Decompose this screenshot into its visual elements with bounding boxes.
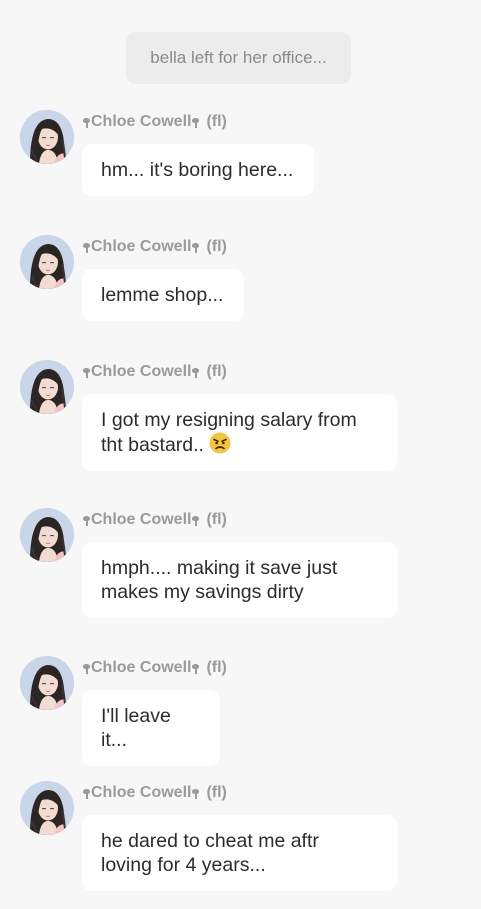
message-text: hmph.... making it save just makes my sa…: [101, 557, 338, 603]
portrait-illustration: [20, 360, 74, 414]
sender-label: Chloe Cowell (fl): [82, 784, 227, 802]
sender-tag: (fl): [206, 511, 227, 528]
sender-label: Chloe Cowell (fl): [82, 363, 227, 381]
message-bubble[interactable]: hmph.... making it save just makes my sa…: [82, 542, 397, 618]
avatar[interactable]: [20, 781, 74, 835]
sender-label: Chloe Cowell (fl): [82, 238, 227, 256]
avatar[interactable]: [20, 360, 74, 414]
sender-name: Chloe Cowell: [91, 363, 192, 380]
message-text: hm... it's boring here...: [101, 159, 294, 181]
message-text: I'll leave it...: [101, 705, 171, 751]
message-bubble[interactable]: I'll leave it...: [82, 690, 220, 766]
avatar[interactable]: [20, 235, 74, 289]
sender-name: Chloe Cowell: [91, 113, 192, 130]
system-note: bella left for her office...: [126, 32, 351, 84]
message-bubble[interactable]: he dared to cheat me aftr loving for 4 y…: [82, 815, 397, 891]
message-text: he dared to cheat me aftr loving for 4 y…: [101, 830, 319, 876]
flower-icon: [82, 367, 91, 378]
sender-label: Chloe Cowell (fl): [82, 511, 227, 529]
flower-icon: [191, 515, 200, 526]
chat-view: bella left for her office... Chloe Cowel…: [0, 0, 481, 909]
message-bubble[interactable]: I got my resigning salary from tht basta…: [82, 394, 397, 471]
flower-icon: [82, 242, 91, 253]
message-bubble[interactable]: lemme shop...: [82, 269, 244, 321]
avatar[interactable]: [20, 508, 74, 562]
portrait-illustration: [20, 656, 74, 710]
message-bubble[interactable]: hm... it's boring here...: [82, 144, 314, 196]
angry-face-icon: [209, 432, 231, 454]
portrait-illustration: [20, 235, 74, 289]
portrait-illustration: [20, 110, 74, 164]
sender-tag: (fl): [206, 659, 227, 676]
sender-label: Chloe Cowell (fl): [82, 113, 227, 131]
flower-icon: [82, 515, 91, 526]
flower-icon: [82, 117, 91, 128]
sender-name: Chloe Cowell: [91, 784, 192, 801]
flower-icon: [191, 367, 200, 378]
portrait-illustration: [20, 508, 74, 562]
message-text: lemme shop...: [101, 284, 224, 306]
avatar[interactable]: [20, 110, 74, 164]
sender-name: Chloe Cowell: [91, 511, 192, 528]
flower-icon: [82, 788, 91, 799]
sender-tag: (fl): [206, 113, 227, 130]
portrait-illustration: [20, 781, 74, 835]
flower-icon: [191, 117, 200, 128]
sender-tag: (fl): [206, 784, 227, 801]
flower-icon: [82, 663, 91, 674]
sender-label: Chloe Cowell (fl): [82, 659, 227, 677]
sender-name: Chloe Cowell: [91, 659, 192, 676]
flower-icon: [191, 663, 200, 674]
sender-tag: (fl): [206, 363, 227, 380]
avatar[interactable]: [20, 656, 74, 710]
flower-icon: [191, 242, 200, 253]
sender-tag: (fl): [206, 238, 227, 255]
flower-icon: [191, 788, 200, 799]
sender-name: Chloe Cowell: [91, 238, 192, 255]
